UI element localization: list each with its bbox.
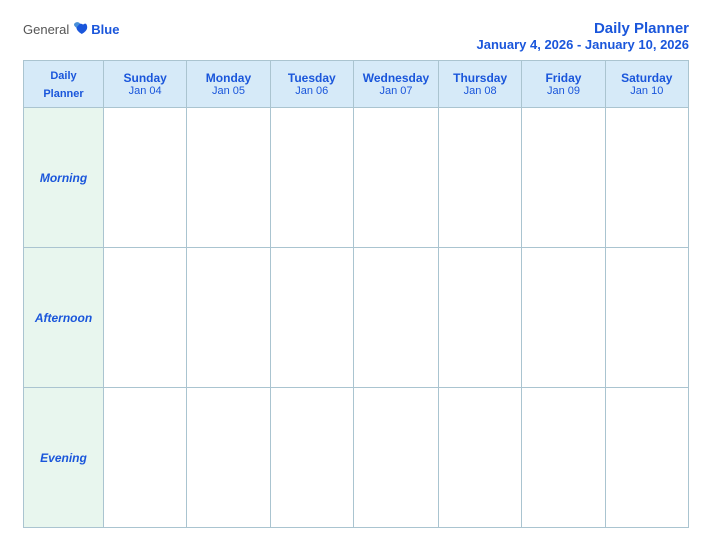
- evening-thursday[interactable]: [439, 388, 522, 528]
- morning-row: Morning: [24, 108, 689, 248]
- afternoon-friday[interactable]: [522, 248, 605, 388]
- morning-saturday[interactable]: [605, 108, 688, 248]
- calendar-header-row: DailyPlanner Sunday Jan 04 Monday Jan 05…: [24, 61, 689, 108]
- morning-sunday[interactable]: [104, 108, 187, 248]
- afternoon-saturday[interactable]: [605, 248, 688, 388]
- logo: General Blue: [23, 20, 119, 38]
- morning-thursday[interactable]: [439, 108, 522, 248]
- col-header-sunday: Sunday Jan 04: [104, 61, 187, 108]
- afternoon-label: Afternoon: [24, 248, 104, 388]
- calendar-table: DailyPlanner Sunday Jan 04 Monday Jan 05…: [23, 60, 689, 528]
- afternoon-wednesday[interactable]: [353, 248, 438, 388]
- morning-friday[interactable]: [522, 108, 605, 248]
- evening-tuesday[interactable]: [270, 388, 353, 528]
- morning-label: Morning: [24, 108, 104, 248]
- col-header-tuesday: Tuesday Jan 06: [270, 61, 353, 108]
- evening-sunday[interactable]: [104, 388, 187, 528]
- date-range: January 4, 2026 - January 10, 2026: [477, 37, 689, 52]
- afternoon-row: Afternoon: [24, 248, 689, 388]
- afternoon-thursday[interactable]: [439, 248, 522, 388]
- title-area: Daily Planner January 4, 2026 - January …: [477, 20, 689, 52]
- evening-label: Evening: [24, 388, 104, 528]
- afternoon-monday[interactable]: [187, 248, 270, 388]
- morning-tuesday[interactable]: [270, 108, 353, 248]
- col-header-saturday: Saturday Jan 10: [605, 61, 688, 108]
- evening-wednesday[interactable]: [353, 388, 438, 528]
- page: General Blue Daily Planner January 4, 20…: [11, 10, 701, 540]
- evening-monday[interactable]: [187, 388, 270, 528]
- logo-blue-text: Blue: [91, 22, 119, 37]
- col-header-wednesday: Wednesday Jan 07: [353, 61, 438, 108]
- col-header-thursday: Thursday Jan 08: [439, 61, 522, 108]
- evening-saturday[interactable]: [605, 388, 688, 528]
- header: General Blue Daily Planner January 4, 20…: [23, 20, 689, 52]
- col-header-daily-planner: DailyPlanner: [24, 61, 104, 108]
- planner-title: Daily Planner: [477, 20, 689, 37]
- logo-bird-icon: [71, 20, 89, 38]
- evening-friday[interactable]: [522, 388, 605, 528]
- logo-general-text: General: [23, 22, 69, 37]
- afternoon-sunday[interactable]: [104, 248, 187, 388]
- afternoon-tuesday[interactable]: [270, 248, 353, 388]
- col-header-monday: Monday Jan 05: [187, 61, 270, 108]
- col-header-friday: Friday Jan 09: [522, 61, 605, 108]
- logo-area: General Blue: [23, 20, 119, 38]
- morning-monday[interactable]: [187, 108, 270, 248]
- evening-row: Evening: [24, 388, 689, 528]
- morning-wednesday[interactable]: [353, 108, 438, 248]
